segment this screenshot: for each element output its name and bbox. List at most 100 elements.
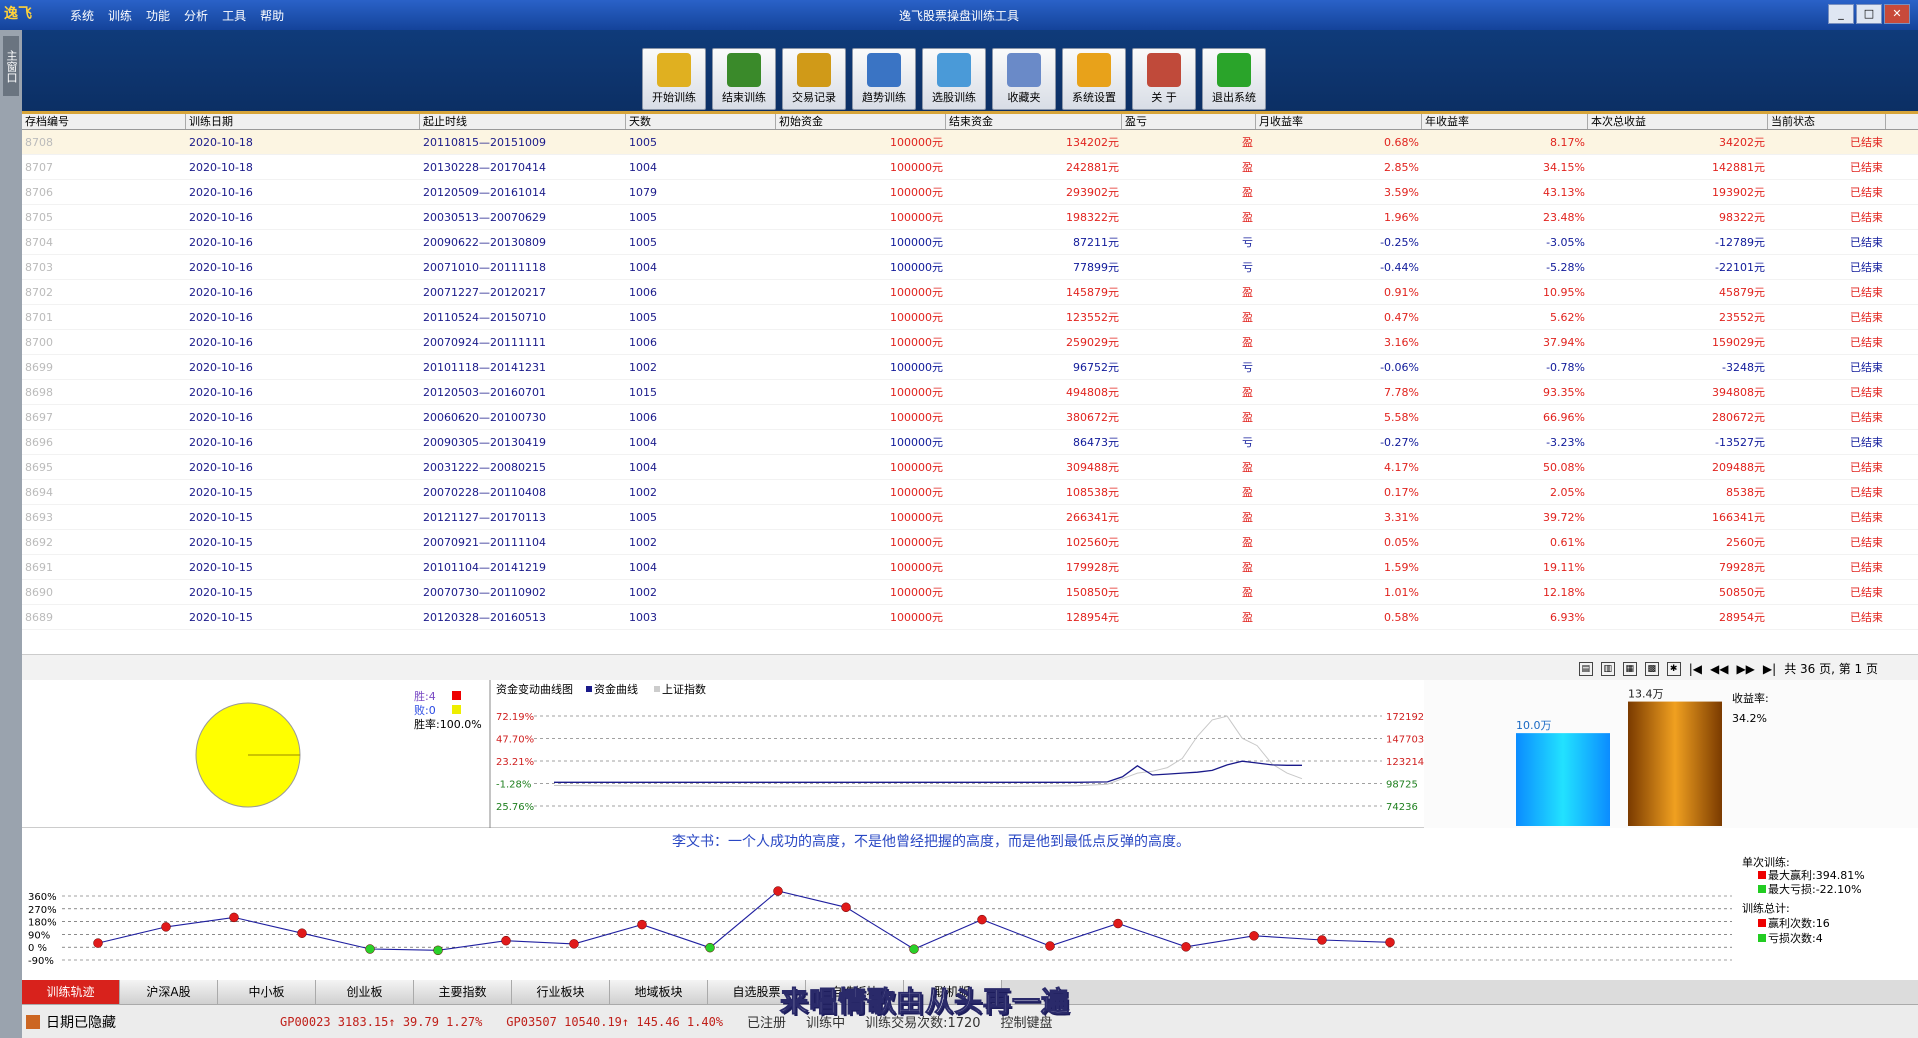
tab-0[interactable]: 训练轨迹 <box>22 980 120 1004</box>
table-row[interactable]: 8692 2020-10-15 20070921—20111104 1002 10000… <box>22 530 1918 555</box>
toolbar-button-label: 收藏夹 <box>1007 91 1041 104</box>
table-row[interactable]: 8704 2020-10-16 20090622—20130809 1005 10000… <box>22 230 1918 255</box>
track-point[interactable] <box>569 939 579 949</box>
gear-icon[interactable]: ✱ <box>1666 661 1681 676</box>
trade-record-icon <box>797 53 831 87</box>
tab-1[interactable]: 沪深A股 <box>120 980 218 1004</box>
first-page-icon[interactable]: |◀ <box>1689 662 1702 676</box>
column-header[interactable]: 盈亏 <box>1122 114 1256 129</box>
table-row[interactable]: 8702 2020-10-16 20071227—20120217 1006 10000… <box>22 280 1918 305</box>
track-point[interactable] <box>1181 942 1191 952</box>
track-point[interactable] <box>1249 931 1259 941</box>
table-row[interactable]: 8708 2020-10-18 20110815—20151009 1005 10000… <box>22 130 1918 155</box>
track-point[interactable] <box>977 914 987 925</box>
track-point[interactable] <box>1045 941 1055 951</box>
track-point[interactable] <box>433 945 443 956</box>
table-row[interactable]: 8705 2020-10-16 20030513—20070629 1005 10000… <box>22 205 1918 230</box>
table-row[interactable]: 8695 2020-10-16 20031222—20080215 1004 10000… <box>22 455 1918 480</box>
table-cell: 20070730—20110902 <box>423 586 546 599</box>
print-icon[interactable]: ▤ <box>1578 661 1593 676</box>
table-cell: 2020-10-18 <box>189 136 253 149</box>
table-row[interactable]: 8698 2020-10-16 20120503—20160701 1015 10000… <box>22 380 1918 405</box>
table-cell: 20130228—20170414 <box>423 161 546 174</box>
table-cell: 2020-10-16 <box>189 236 253 249</box>
column-header[interactable]: 训练日期 <box>186 114 420 129</box>
table-cell: 盈 <box>1242 336 1253 349</box>
table-row[interactable]: 8691 2020-10-15 20101104—20141219 1004 10000… <box>22 555 1918 580</box>
track-point[interactable] <box>297 928 307 938</box>
toolbar-button-6[interactable]: 系统设置 <box>1062 48 1126 110</box>
tab-2[interactable]: 中小板 <box>218 980 316 1004</box>
track-point[interactable] <box>1385 937 1395 948</box>
toolbar-button-4[interactable]: 选股训练 <box>922 48 986 110</box>
track-point[interactable] <box>909 944 919 954</box>
toolbar-button-7[interactable]: 关 于 <box>1132 48 1196 110</box>
export-icon[interactable]: ▥ <box>1600 661 1615 676</box>
table-row[interactable]: 8699 2020-10-16 20101118—20141231 1002 10000… <box>22 355 1918 380</box>
track-point[interactable] <box>93 938 103 948</box>
track-point[interactable] <box>773 886 783 896</box>
column-header[interactable]: 起止时线 <box>420 114 626 129</box>
table-row[interactable]: 8693 2020-10-15 20121127—20170113 1005 10000… <box>22 505 1918 530</box>
maximize-icon[interactable]: □ <box>1856 4 1882 24</box>
main-window-tab[interactable]: 主窗口 <box>3 36 19 96</box>
table-row[interactable]: 8706 2020-10-16 20120509—20161014 1079 10000… <box>22 180 1918 205</box>
table-cell: 已结束 <box>1850 486 1883 499</box>
column-header[interactable]: 天数 <box>626 114 776 129</box>
table-row[interactable]: 8689 2020-10-15 20120328—20160513 1003 10000… <box>22 605 1918 630</box>
column-header[interactable]: 本次总收益 <box>1588 114 1768 129</box>
next-page-icon[interactable]: ▶▶ <box>1736 662 1754 676</box>
table-row[interactable]: 8703 2020-10-16 20071010—20111118 1004 10000… <box>22 255 1918 280</box>
table-row[interactable]: 8690 2020-10-15 20070730—20110902 1002 10000… <box>22 580 1918 605</box>
toolbar-button-3[interactable]: 趋势训练 <box>852 48 916 110</box>
save-icon[interactable]: ▦ <box>1622 661 1637 676</box>
track-point[interactable] <box>229 912 239 923</box>
win-swatch <box>452 691 461 700</box>
table-cell: 20090305—20130419 <box>423 436 546 449</box>
table-row[interactable]: 8697 2020-10-16 20060620—20100730 1006 10000… <box>22 405 1918 430</box>
track-point[interactable] <box>501 935 511 946</box>
last-page-icon[interactable]: ▶| <box>1763 662 1776 676</box>
track-point[interactable] <box>1317 935 1327 945</box>
table-cell: 2020-10-16 <box>189 186 253 199</box>
toolbar-button-1[interactable]: 结束训练 <box>712 48 776 110</box>
track-point[interactable] <box>161 922 171 932</box>
table-cell: 8700 <box>25 336 53 349</box>
fund-left-tick: 25.76% <box>496 802 534 813</box>
toolbar-button-5[interactable]: 收藏夹 <box>992 48 1056 110</box>
table-row[interactable]: 8696 2020-10-16 20090305—20130419 1004 10000… <box>22 430 1918 455</box>
tab-3[interactable]: 创业板 <box>316 980 414 1004</box>
toolbar-button-2[interactable]: 交易记录 <box>782 48 846 110</box>
table-cell: 20030513—20070629 <box>423 211 546 224</box>
table-cell: 102560元 <box>1066 536 1119 549</box>
tab-4[interactable]: 主要指数 <box>414 980 512 1004</box>
table-row[interactable]: 8701 2020-10-16 20110524—20150710 1005 10000… <box>22 305 1918 330</box>
table-row[interactable]: 8700 2020-10-16 20070924—20111111 1006 10000… <box>22 330 1918 355</box>
column-header[interactable]: 初始资金 <box>776 114 946 129</box>
track-point[interactable] <box>1113 918 1123 929</box>
column-header[interactable]: 月收益率 <box>1256 114 1422 129</box>
column-header[interactable]: 当前状态 <box>1768 114 1886 129</box>
track-point[interactable] <box>841 902 851 913</box>
delete-icon[interactable]: ▩ <box>1644 661 1659 676</box>
track-point[interactable] <box>365 944 375 954</box>
minimize-icon[interactable]: _ <box>1828 4 1854 24</box>
table-row[interactable]: 8707 2020-10-18 20130228—20170414 1004 10000… <box>22 155 1918 180</box>
prev-page-icon[interactable]: ◀◀ <box>1710 662 1728 676</box>
tab-5[interactable]: 行业板块 <box>512 980 610 1004</box>
column-header[interactable]: 年收益率 <box>1422 114 1588 129</box>
table-cell: 100000元 <box>890 286 943 299</box>
table-cell: 8693 <box>25 511 53 524</box>
toolbar-button-0[interactable]: 开始训练 <box>642 48 706 110</box>
close-icon[interactable]: ✕ <box>1884 4 1910 24</box>
column-header[interactable]: 结束资金 <box>946 114 1122 129</box>
table-cell: 123552元 <box>1066 311 1119 324</box>
tab-6[interactable]: 地域板块 <box>610 980 708 1004</box>
table-row[interactable]: 8694 2020-10-15 20070228—20110408 1002 10000… <box>22 480 1918 505</box>
column-header[interactable]: 存档编号 <box>22 114 186 129</box>
track-point[interactable] <box>705 942 715 953</box>
track-point[interactable] <box>637 919 647 930</box>
table-cell: 20120328—20160513 <box>423 611 546 624</box>
training-track-panel: 李文书：一个人成功的高度，不是他曾经把握的高度，而是他到最低点反弹的高度。 36… <box>22 828 1918 978</box>
toolbar-button-8[interactable]: 退出系统 <box>1202 48 1266 110</box>
